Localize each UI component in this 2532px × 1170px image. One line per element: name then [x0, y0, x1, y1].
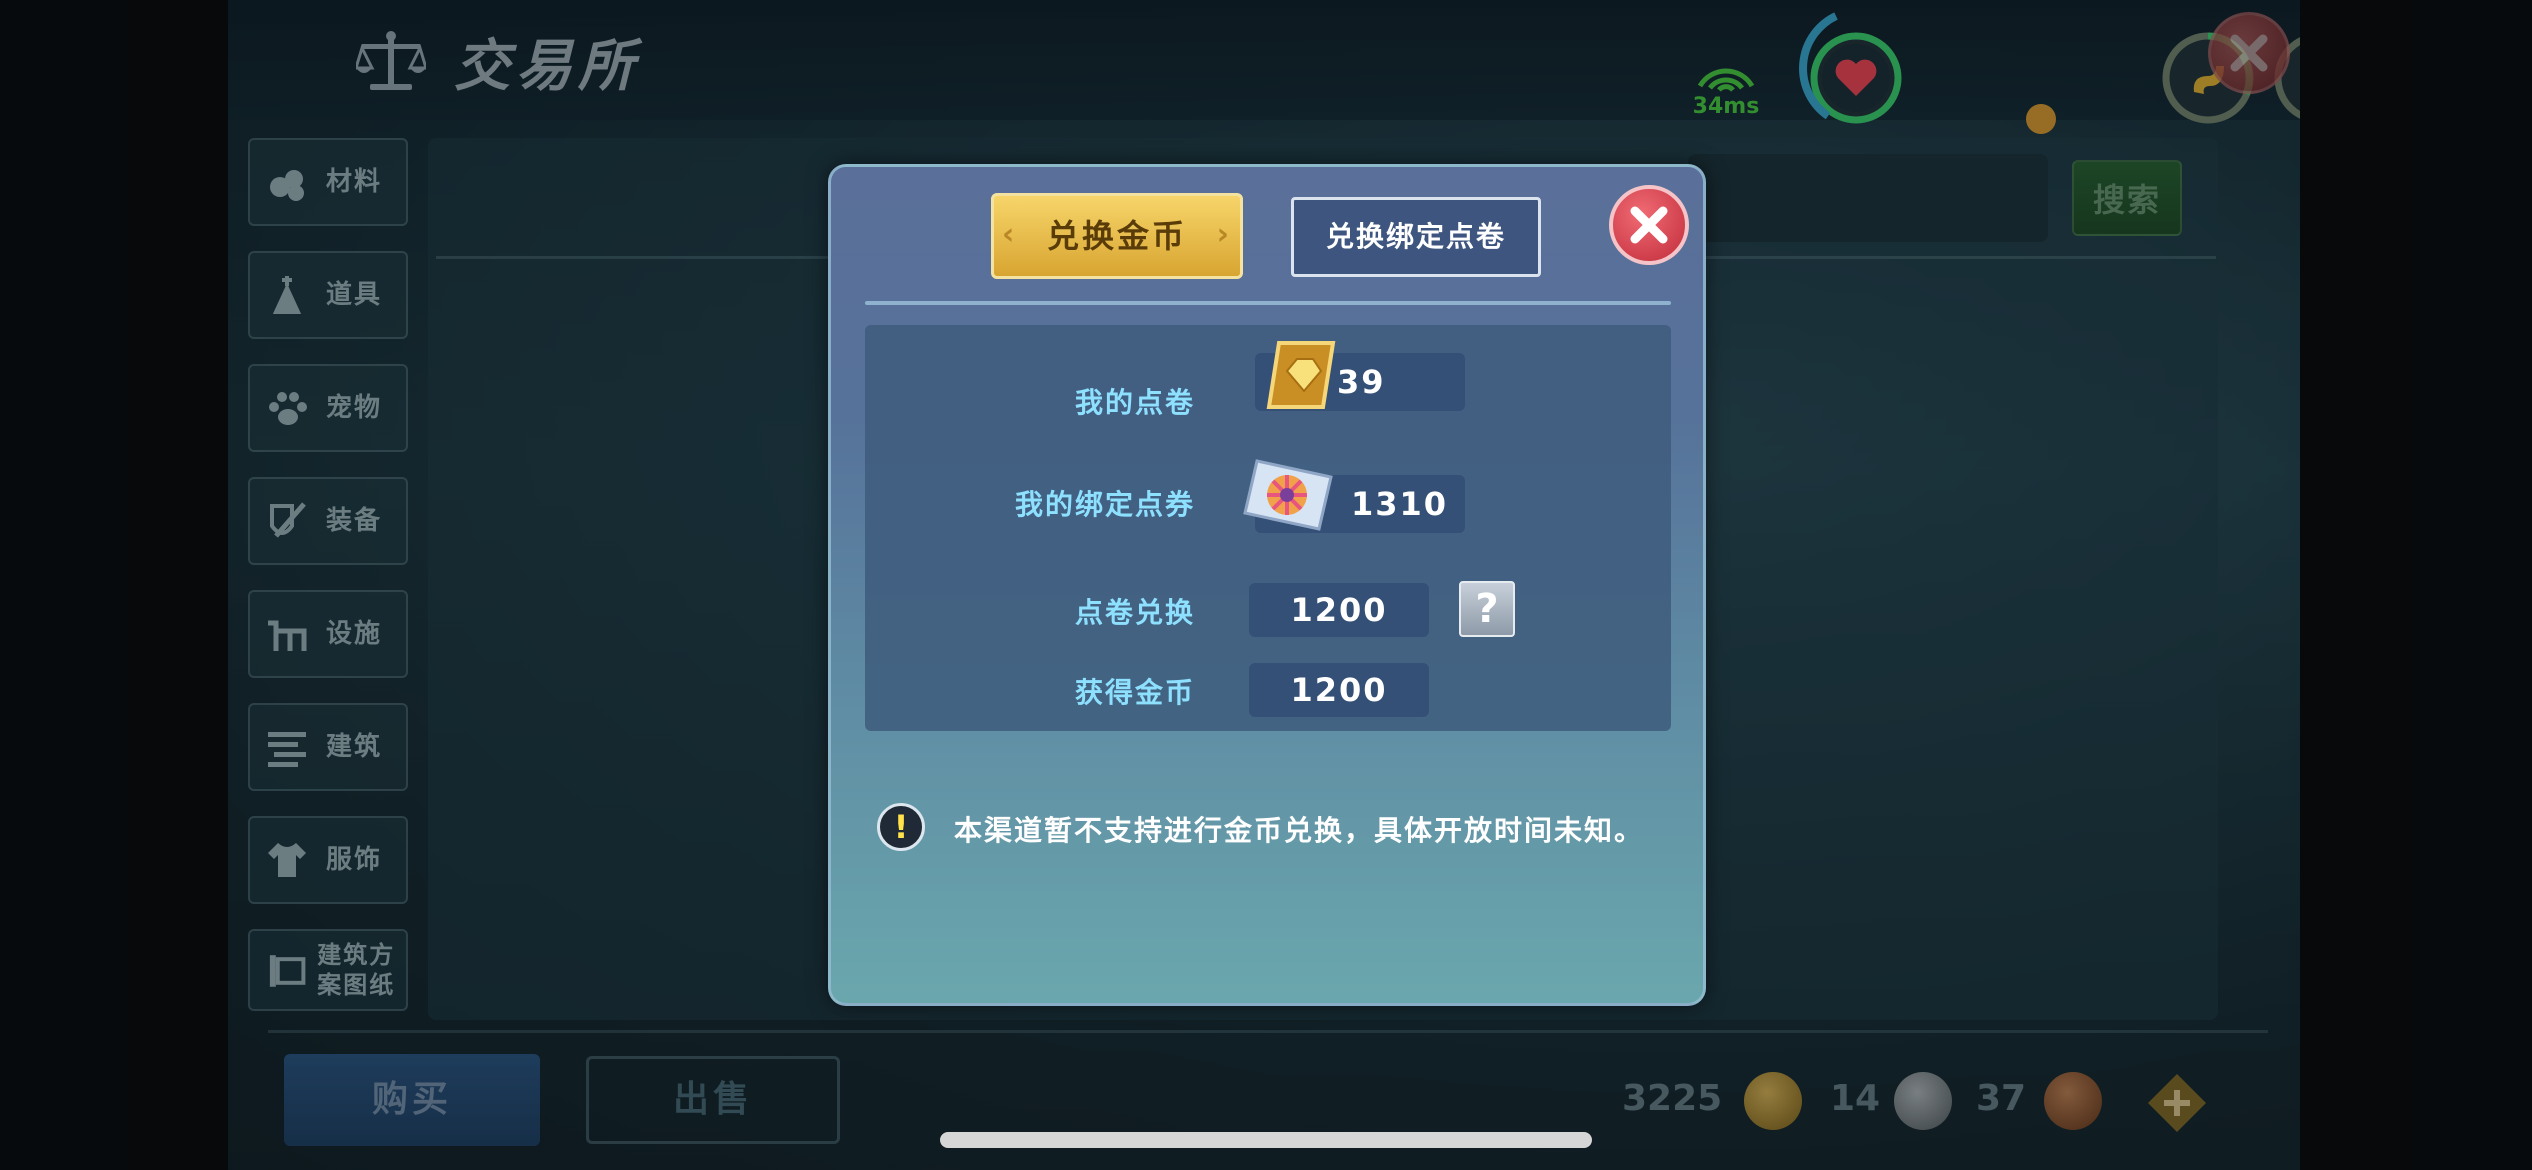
my-points-label: 我的点卷: [1074, 386, 1195, 419]
exchange-dialog: ‹ 兑换金币 › 兑换绑定点卷 我的点卷 39 我的绑定点券 1310 点卷兑换…: [828, 164, 1706, 1006]
home-indicator[interactable]: [940, 1132, 1592, 1148]
point-ticket-icon: [1266, 341, 1336, 409]
my-bound-points-value: 1310: [1351, 485, 1449, 523]
bound-ticket-icon: [1243, 459, 1333, 531]
close-icon: [1630, 206, 1668, 244]
help-button[interactable]: ?: [1459, 581, 1515, 637]
warning-icon: !: [877, 803, 925, 851]
gain-gold-label: 获得金币: [1074, 676, 1195, 709]
channel-notice: 本渠道暂不支持进行金币兑换，具体开放时间未知。: [953, 814, 1644, 847]
gain-gold-value: 1200: [1249, 663, 1429, 717]
exchange-amount-label: 点卷兑换: [1074, 596, 1195, 629]
chevron-left-icon: ‹: [1002, 217, 1018, 252]
exchange-amount-input[interactable]: 1200: [1249, 583, 1429, 637]
tab-exchange-gold[interactable]: ‹ 兑换金币 ›: [991, 193, 1243, 279]
my-points-value: 39: [1337, 363, 1386, 401]
tab-exchange-gold-label: 兑换金币: [1046, 217, 1187, 255]
dialog-close-button[interactable]: [1609, 185, 1689, 265]
tab-exchange-bound-points[interactable]: 兑换绑定点卷: [1291, 197, 1541, 277]
balance-info-box: 我的点卷 39 我的绑定点券 1310 点卷兑换 1200 ? 获得金币 120…: [865, 325, 1671, 731]
dialog-divider: [865, 301, 1671, 305]
my-bound-points-label: 我的绑定点券: [1014, 488, 1195, 521]
chevron-right-icon: ›: [1216, 217, 1232, 252]
